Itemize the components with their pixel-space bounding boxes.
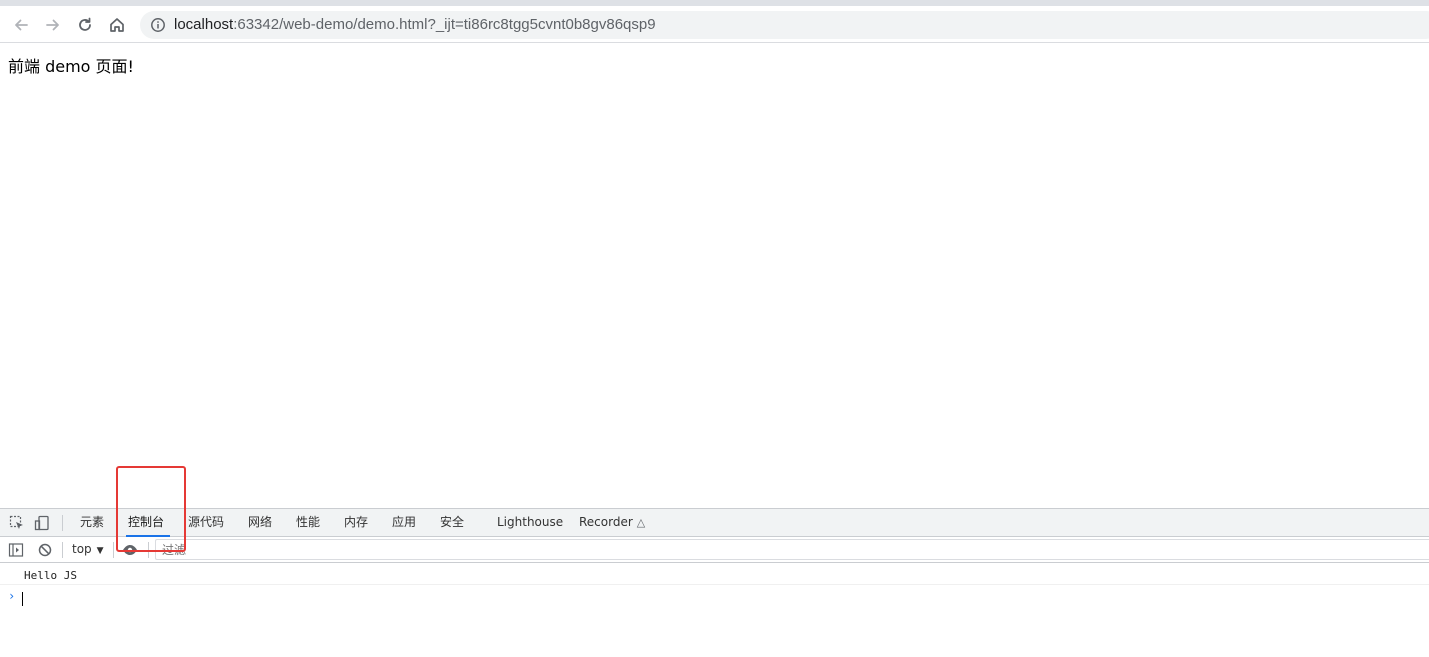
flask-icon: △	[636, 516, 646, 529]
tab-elements[interactable]: 元素	[80, 509, 104, 536]
sidebar-toggle-icon[interactable]	[8, 542, 24, 558]
tab-security[interactable]: 安全	[440, 509, 464, 536]
tab-application[interactable]: 应用	[392, 509, 416, 536]
arrow-right-icon	[46, 19, 59, 31]
toolbar-separator	[113, 542, 114, 558]
home-icon	[110, 18, 124, 32]
tab-memory[interactable]: 内存	[344, 509, 368, 536]
device-toolbar-icon[interactable]	[34, 515, 50, 531]
console-toolbar: top ▼	[0, 537, 1429, 563]
context-selector-value: top	[72, 542, 92, 556]
info-icon[interactable]	[150, 17, 166, 33]
clear-console-icon[interactable]	[37, 542, 53, 558]
page-heading-text: 前端 demo 页面!	[8, 57, 134, 76]
forward-button[interactable]	[40, 12, 66, 38]
browser-toolbar: localhost:63342/web-demo/demo.html?_ijt=…	[0, 6, 1429, 43]
annotation-highlight-box	[116, 466, 186, 552]
tab-lighthouse[interactable]: Lighthouse	[497, 509, 563, 536]
console-filter-input[interactable]	[155, 539, 1429, 560]
text-caret	[22, 592, 23, 606]
tab-network[interactable]: 网络	[248, 509, 272, 536]
url-text[interactable]: localhost:63342/web-demo/demo.html?_ijt=…	[174, 16, 656, 33]
page-viewport: 前端 demo 页面!	[0, 44, 1429, 508]
devtools-panel: 元素 控制台 源代码 网络 性能 内存 应用 安全 Lighthouse Rec…	[0, 508, 1429, 656]
tab-performance[interactable]: 性能	[296, 509, 320, 536]
toolbar-separator	[62, 542, 63, 558]
back-button[interactable]	[8, 12, 34, 38]
toolbar-separator	[62, 515, 63, 531]
dropdown-arrow-icon: ▼	[96, 546, 104, 556]
reload-button[interactable]	[72, 12, 98, 38]
arrow-left-icon	[15, 19, 28, 31]
inspect-element-icon[interactable]	[9, 515, 25, 531]
url-path: :63342/web-demo/demo.html?_ijt=ti86rc8tg…	[233, 16, 656, 33]
chevron-right-icon: ›	[8, 589, 16, 603]
address-bar[interactable]: localhost:63342/web-demo/demo.html?_ijt=…	[140, 11, 1429, 39]
devtools-tab-bar: 元素 控制台 源代码 网络 性能 内存 应用 安全 Lighthouse Rec…	[0, 509, 1429, 537]
console-output: Hello JS ›	[0, 564, 1429, 657]
console-log-message: Hello JS	[0, 566, 1429, 585]
context-selector[interactable]: top ▼	[72, 542, 104, 556]
tab-recorder-label: Recorder	[579, 515, 633, 529]
home-button[interactable]	[104, 12, 130, 38]
console-prompt[interactable]: ›	[0, 586, 1429, 606]
reload-icon	[79, 17, 91, 31]
tab-recorder[interactable]: Recorder △	[579, 509, 645, 536]
tab-sources[interactable]: 源代码	[188, 509, 224, 536]
url-host: localhost	[174, 16, 234, 33]
